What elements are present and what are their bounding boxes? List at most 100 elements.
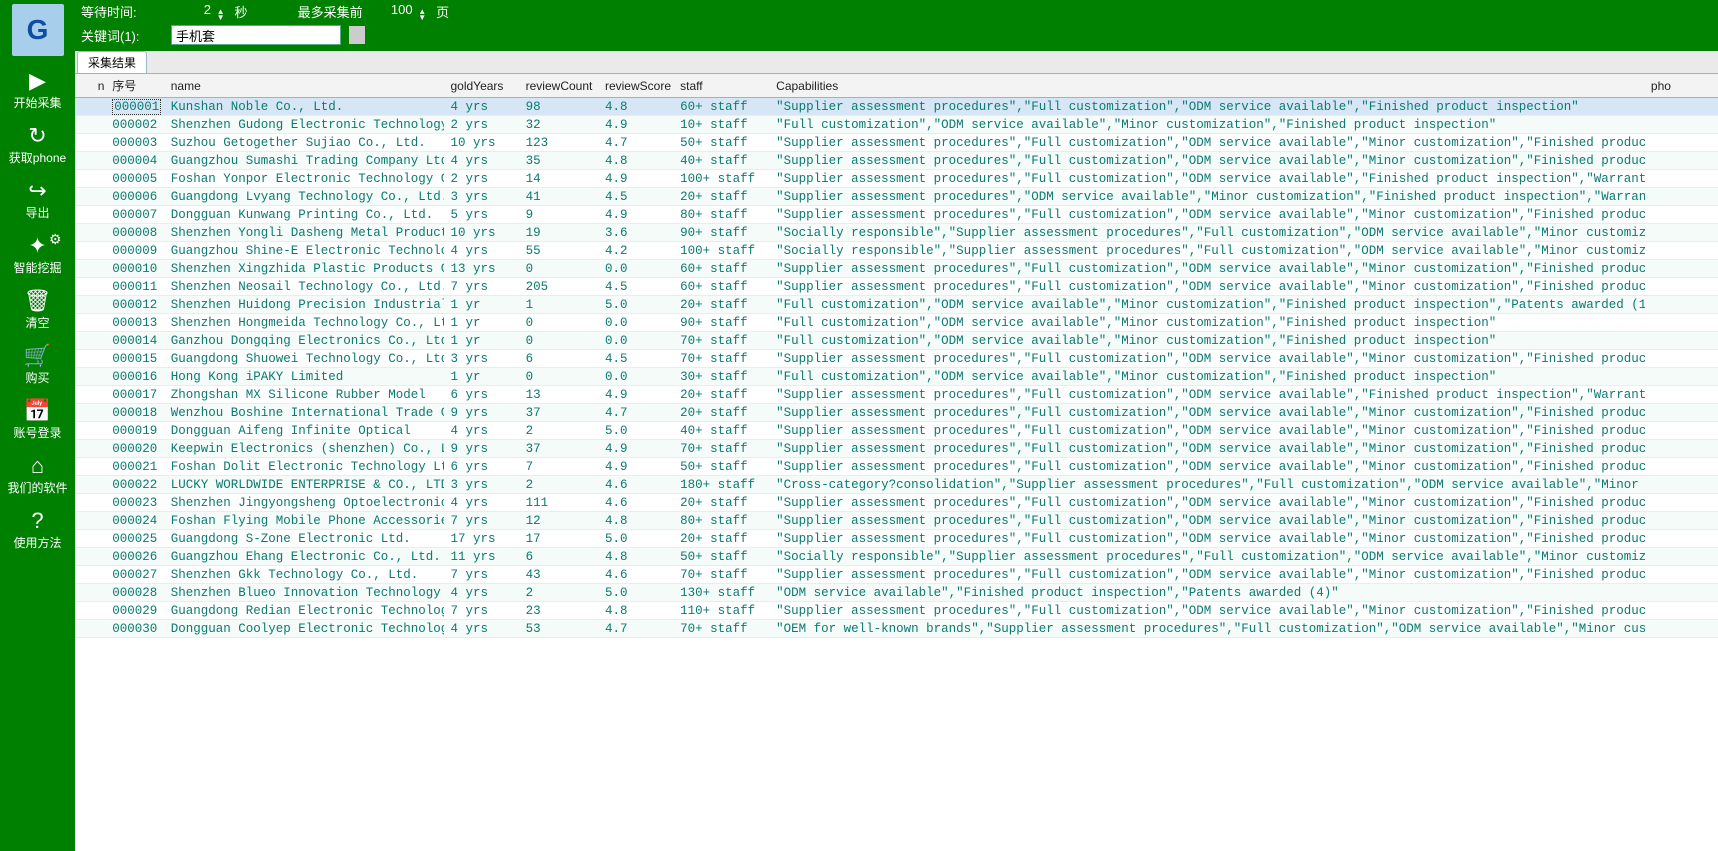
col-name[interactable]: name xyxy=(165,74,445,98)
sidebar-item-0[interactable]: ▶开始采集 xyxy=(7,64,67,119)
智能挖掘-icon: ✦ xyxy=(28,235,46,257)
gear-icon[interactable]: ⚙ xyxy=(49,231,62,248)
table-row[interactable]: 000012Shenzhen Huidong Precision Industr… xyxy=(75,296,1718,314)
cell: 80+ staff xyxy=(674,206,770,224)
col-staff[interactable]: staff xyxy=(674,74,770,98)
cell: "Full customization","ODM service availa… xyxy=(770,314,1645,332)
cell xyxy=(1645,350,1718,368)
table-row[interactable]: 000024Foshan Flying Mobile Phone Accesso… xyxy=(75,512,1718,530)
table-row[interactable]: 000013Shenzhen Hongmeida Technology Co.,… xyxy=(75,314,1718,332)
table-row[interactable]: 000026Guangzhou Ehang Electronic Co., Lt… xyxy=(75,548,1718,566)
table-row[interactable]: 000001Kunshan Noble Co., Ltd.4 yrs984.86… xyxy=(75,98,1718,116)
table-row[interactable]: 000025Guangdong S-Zone Electronic Ltd.17… xyxy=(75,530,1718,548)
table-row[interactable]: 000030Dongguan Coolyep Electronic Techno… xyxy=(75,620,1718,638)
cell: 43 xyxy=(520,566,599,584)
cell xyxy=(75,476,92,494)
col-review-score[interactable]: reviewScore xyxy=(599,74,674,98)
results-grid[interactable]: n 序号 name goldYears reviewCount reviewSc… xyxy=(75,74,1718,851)
table-row[interactable]: 000017Zhongshan MX Silicone Rubber Model… xyxy=(75,386,1718,404)
sidebar-item-7[interactable]: ⌂我们的软件 xyxy=(7,449,67,504)
cell: 4 yrs xyxy=(444,152,519,170)
cell xyxy=(1645,620,1718,638)
cell: 3 yrs xyxy=(444,188,519,206)
cell xyxy=(1645,386,1718,404)
table-row[interactable]: 000003Suzhou Getogether Sujiao Co., Ltd.… xyxy=(75,134,1718,152)
cell: 70+ staff xyxy=(674,350,770,368)
table-row[interactable]: 000010Shenzhen Xingzhida Plastic Product… xyxy=(75,260,1718,278)
sidebar: G ▶开始采集↻获取phone↪导出✦智能挖掘⚙🗑清空🛒购买📅账号登录⌂我们的软… xyxy=(0,0,75,851)
cell xyxy=(92,548,107,566)
keyword-clear-button[interactable] xyxy=(349,26,365,44)
cell xyxy=(75,458,92,476)
cell: 17 yrs xyxy=(444,530,519,548)
col-capabilities[interactable]: Capabilities xyxy=(770,74,1645,98)
col-n[interactable]: n xyxy=(92,74,107,98)
col-checkbox[interactable] xyxy=(75,74,92,98)
sidebar-item-2[interactable]: ↪导出 xyxy=(7,174,67,229)
table-row[interactable]: 000011Shenzhen Neosail Technology Co., L… xyxy=(75,278,1718,296)
table-row[interactable]: 000015Guangdong Shuowei Technology Co., … xyxy=(75,350,1718,368)
sidebar-item-4[interactable]: 🗑清空 xyxy=(7,284,67,339)
col-index[interactable]: 序号 xyxy=(106,74,164,98)
cell: 4.9 xyxy=(599,206,674,224)
table-row[interactable]: 000021Foshan Dolit Electronic Technology… xyxy=(75,458,1718,476)
cell: 4.8 xyxy=(599,602,674,620)
col-review-count[interactable]: reviewCount xyxy=(520,74,599,98)
cell xyxy=(1645,224,1718,242)
cell: Guangzhou Shine-E Electronic Technology xyxy=(165,242,445,260)
cell: 35 xyxy=(520,152,599,170)
cell: Zhongshan MX Silicone Rubber Model xyxy=(165,386,445,404)
sidebar-item-8[interactable]: ?使用方法 xyxy=(7,504,67,559)
table-row[interactable]: 000016Hong Kong iPAKY Limited1 yr00.030+… xyxy=(75,368,1718,386)
cell: 20+ staff xyxy=(674,188,770,206)
cell xyxy=(75,530,92,548)
col-gold-years[interactable]: goldYears xyxy=(444,74,519,98)
sidebar-item-6[interactable]: 📅账号登录 xyxy=(7,394,67,449)
table-row[interactable]: 000027Shenzhen Gkk Technology Co., Ltd.7… xyxy=(75,566,1718,584)
table-row[interactable]: 000007Dongguan Kunwang Printing Co., Ltd… xyxy=(75,206,1718,224)
col-phone[interactable]: pho xyxy=(1645,74,1718,98)
tab-results[interactable]: 采集结果 xyxy=(77,51,147,73)
max-pages-input[interactable] xyxy=(373,2,413,17)
cell xyxy=(92,494,107,512)
cell: 0.0 xyxy=(599,314,674,332)
table-row[interactable]: 000019Dongguan Aifeng Infinite Optical4 … xyxy=(75,422,1718,440)
sidebar-item-label: 清空 xyxy=(25,314,49,331)
table-row[interactable]: 000002Shenzhen Gudong Electronic Technol… xyxy=(75,116,1718,134)
table-row[interactable]: 000009Guangzhou Shine-E Electronic Techn… xyxy=(75,242,1718,260)
cell-index: 000016 xyxy=(106,368,164,386)
cell: 13 xyxy=(520,386,599,404)
cell xyxy=(92,530,107,548)
sidebar-item-label: 使用方法 xyxy=(13,534,61,551)
max-spinner[interactable]: ▲▼ xyxy=(418,9,426,21)
cell: Shenzhen Neosail Technology Co., Ltd. xyxy=(165,278,445,296)
wait-time-input[interactable] xyxy=(171,2,211,17)
cell-index: 000023 xyxy=(106,494,164,512)
table-row[interactable]: 000018Wenzhou Boshine International Trad… xyxy=(75,404,1718,422)
table-row[interactable]: 000005Foshan Yonpor Electronic Technolog… xyxy=(75,170,1718,188)
cell-index: 000010 xyxy=(106,260,164,278)
sidebar-item-5[interactable]: 🛒购买 xyxy=(7,339,67,394)
table-row[interactable]: 000028Shenzhen Blueo Innovation Technolo… xyxy=(75,584,1718,602)
cell xyxy=(75,404,92,422)
cell xyxy=(75,566,92,584)
table-row[interactable]: 000006Guangdong Lvyang Technology Co., L… xyxy=(75,188,1718,206)
table-row[interactable]: 000004Guangzhou Sumashi Trading Company … xyxy=(75,152,1718,170)
sidebar-item-1[interactable]: ↻获取phone xyxy=(7,119,67,174)
cell: 110+ staff xyxy=(674,602,770,620)
table-row[interactable]: 000008Shenzhen Yongli Dasheng Metal Prod… xyxy=(75,224,1718,242)
cell: 4.7 xyxy=(599,620,674,638)
sidebar-item-3[interactable]: ✦智能挖掘⚙ xyxy=(7,229,67,284)
table-row[interactable]: 000023Shenzhen Jingyongsheng Optoelectro… xyxy=(75,494,1718,512)
cell-index: 000008 xyxy=(106,224,164,242)
table-row[interactable]: 000022LUCKY WORLDWIDE ENTERPRISE & CO., … xyxy=(75,476,1718,494)
cell xyxy=(92,278,107,296)
cell xyxy=(92,206,107,224)
keyword-input[interactable] xyxy=(171,25,341,45)
table-row[interactable]: 000014Ganzhou Dongqing Electronics Co., … xyxy=(75,332,1718,350)
wait-spinner[interactable]: ▲▼ xyxy=(217,9,225,21)
table-row[interactable]: 000020Keepwin Electronics (shenzhen) Co.… xyxy=(75,440,1718,458)
cell: 20+ staff xyxy=(674,296,770,314)
cell: 5.0 xyxy=(599,296,674,314)
table-row[interactable]: 000029Guangdong Redian Electronic Techno… xyxy=(75,602,1718,620)
